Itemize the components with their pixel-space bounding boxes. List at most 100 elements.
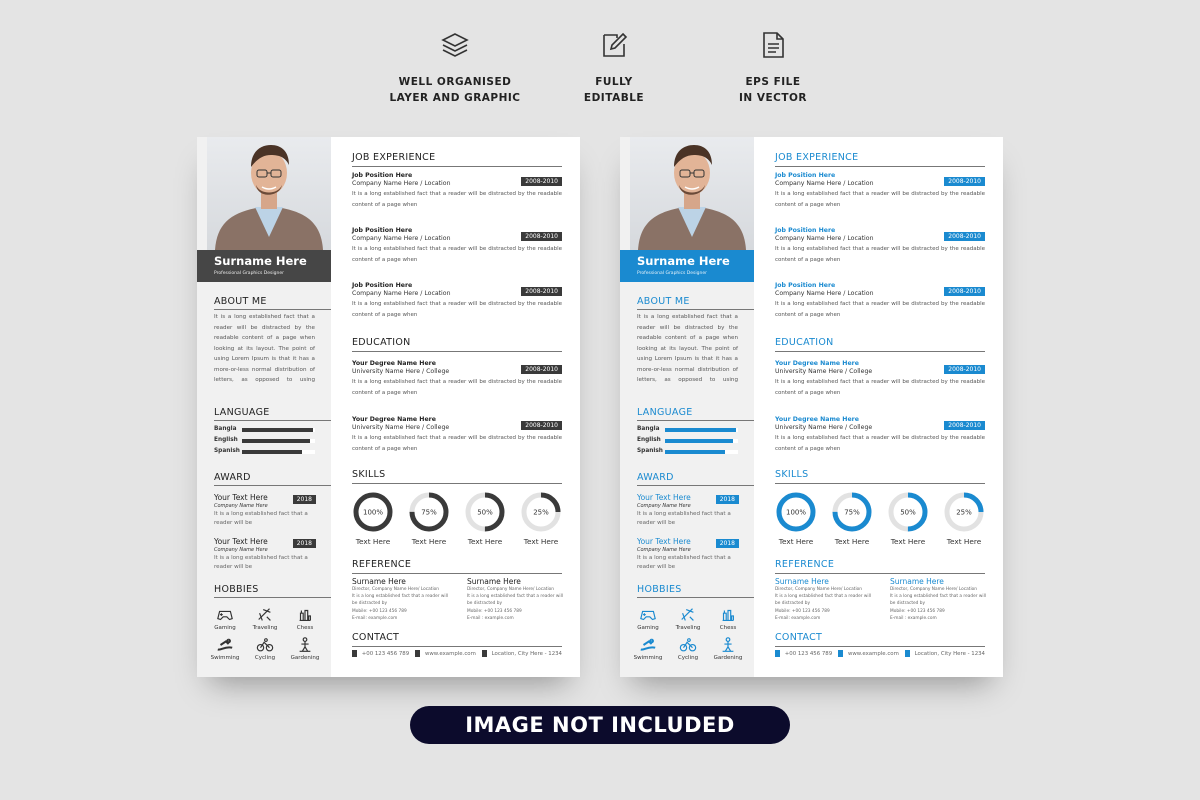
contact-row: +00 123 456 789 www.example.com Location…: [775, 650, 985, 657]
reference-role: Director, Company Name Here/ Location: [890, 587, 978, 592]
entry-description: It is a long established fact that a rea…: [352, 435, 562, 452]
hobby-item: Gaming: [628, 606, 668, 631]
experience-entry: Job Position Here Company Name Here / Lo…: [352, 227, 562, 266]
entry-description: It is a long established fact that a rea…: [352, 246, 562, 263]
hobby-label: Traveling: [675, 625, 701, 631]
hobby-label: Swimming: [633, 655, 663, 661]
skill-percent: 100%: [786, 509, 806, 517]
reference-mobile: Mobile: +00 123 456 789: [775, 608, 830, 614]
hobby-item: Cycling: [245, 636, 285, 661]
hobby-item: Swimming: [205, 636, 245, 661]
language-level-bar: [665, 450, 738, 454]
entry-description: It is a long established fact that a rea…: [775, 191, 985, 208]
reference-text: It is a long established fact that a rea…: [775, 594, 871, 607]
skill-percent: 75%: [844, 509, 860, 517]
experience-heading: JOB EXPERIENCE: [775, 152, 985, 167]
reference-role: Director, Company Name Here/ Location: [352, 587, 440, 592]
hobby-label: Swimming: [210, 655, 240, 661]
edit-icon: [534, 30, 694, 60]
hobby-label: Gardening: [713, 655, 743, 661]
reference-item: Surname Here Director, Company Name Here…: [467, 577, 567, 622]
contact-row: +00 123 456 789 www.example.com Location…: [352, 650, 562, 657]
entry-description: It is a long established fact that a rea…: [352, 191, 562, 208]
language-level-bar: [242, 450, 315, 454]
hobby-label: Gaming: [637, 625, 659, 631]
full-name: Surname Here: [637, 254, 730, 268]
entry-year: 2008-2010: [944, 421, 985, 430]
hobby-item: Chess: [285, 606, 325, 631]
entry-description: It is a long established fact that a rea…: [775, 379, 985, 396]
language-level-bar: [665, 428, 738, 432]
education-entry: Your Degree Name Here University Name He…: [352, 416, 562, 455]
hobby-label: Traveling: [252, 625, 278, 631]
resume-card-blue: Surname Here Professional Graphics Desig…: [620, 137, 1003, 677]
language-label: English: [214, 437, 238, 443]
award-heading: AWARD: [214, 472, 331, 486]
feature-1: FULLY EDITABLE: [534, 30, 694, 106]
hobby-item: Traveling: [245, 606, 285, 631]
language-heading: LANGUAGE: [637, 407, 754, 421]
entry-description: It is a long established fact that a rea…: [775, 301, 985, 318]
resume-card-dark: Surname Here Professional Graphics Desig…: [197, 137, 580, 677]
skill-item: 50% Text Here: [883, 491, 933, 546]
award-item: Your Text Here Company Name Here It is a…: [214, 493, 316, 528]
skill-percent: 50%: [477, 509, 493, 517]
location-icon: [481, 650, 487, 657]
feature-label: LAYER AND GRAPHIC: [389, 92, 521, 104]
location-icon: [904, 650, 910, 657]
entry-year: 2008-2010: [944, 365, 985, 374]
language-item: English: [214, 437, 319, 443]
hobby-item: Cycling: [668, 636, 708, 661]
award-year: 2018: [715, 539, 739, 548]
name-band: Surname Here Professional Graphics Desig…: [620, 250, 754, 282]
skill-item: 50% Text Here: [460, 491, 510, 546]
award-text: It is a long established fact that a rea…: [214, 511, 308, 526]
language-label: Bangla: [637, 426, 660, 432]
reference-item: Surname Here Director, Company Name Here…: [775, 577, 875, 622]
skill-ring: 100%: [776, 492, 816, 532]
skill-ring: 75%: [409, 492, 449, 532]
experience-entry: Job Position Here Company Name Here / Lo…: [352, 172, 562, 211]
experience-heading: JOB EXPERIENCE: [352, 152, 562, 167]
gamepad-icon: [205, 606, 245, 624]
gamepad-icon: [628, 606, 668, 624]
job-title: Professional Graphics Designer: [214, 271, 284, 276]
award-year: 2018: [715, 495, 739, 504]
airplane-icon: [668, 606, 708, 624]
feature-0: WELL ORGANISED LAYER AND GRAPHIC: [375, 30, 535, 106]
about-heading: ABOUT ME: [637, 296, 754, 310]
education-heading: EDUCATION: [775, 337, 985, 352]
language-item: Spanish: [214, 448, 319, 454]
reference-email: E-mail: example.com: [352, 615, 398, 621]
gardener-icon: [285, 636, 325, 654]
skill-item: 100% Text Here: [348, 491, 398, 546]
entry-year: 2008-2010: [521, 287, 562, 296]
skill-ring: 50%: [888, 492, 928, 532]
hobby-item: Gaming: [205, 606, 245, 631]
language-heading: LANGUAGE: [214, 407, 331, 421]
award-text: It is a long established fact that a rea…: [214, 555, 308, 570]
skills-heading: SKILLS: [775, 469, 985, 484]
contact-location: Location, City Here - 1234: [491, 650, 562, 657]
chess-icon: [285, 606, 325, 624]
entry-description: It is a long established fact that a rea…: [775, 246, 985, 263]
about-heading: ABOUT ME: [214, 296, 331, 310]
language-level-bar: [242, 428, 315, 432]
contact-heading: CONTACT: [775, 632, 985, 647]
reference-heading: REFERENCE: [352, 559, 562, 574]
experience-entry: Job Position Here Company Name Here / Lo…: [775, 172, 985, 211]
hobby-label: Gaming: [214, 625, 236, 631]
feature-2: EPS FILE IN VECTOR: [693, 30, 853, 106]
sidebar: Surname Here Professional Graphics Desig…: [620, 137, 754, 677]
hobbies-heading: HOBBIES: [214, 584, 331, 598]
skill-ring: 25%: [521, 492, 561, 532]
education-entry: Your Degree Name Here University Name He…: [775, 360, 985, 399]
skill-name: Text Here: [523, 537, 559, 546]
about-text: It is a long established fact that a rea…: [637, 314, 738, 383]
skill-item: 75% Text Here: [404, 491, 454, 546]
language-label: English: [637, 437, 661, 443]
swimmer-icon: [628, 636, 668, 654]
contact-heading: CONTACT: [352, 632, 562, 647]
profile-photo: [207, 137, 331, 250]
feature-label: FULLY: [595, 76, 633, 88]
